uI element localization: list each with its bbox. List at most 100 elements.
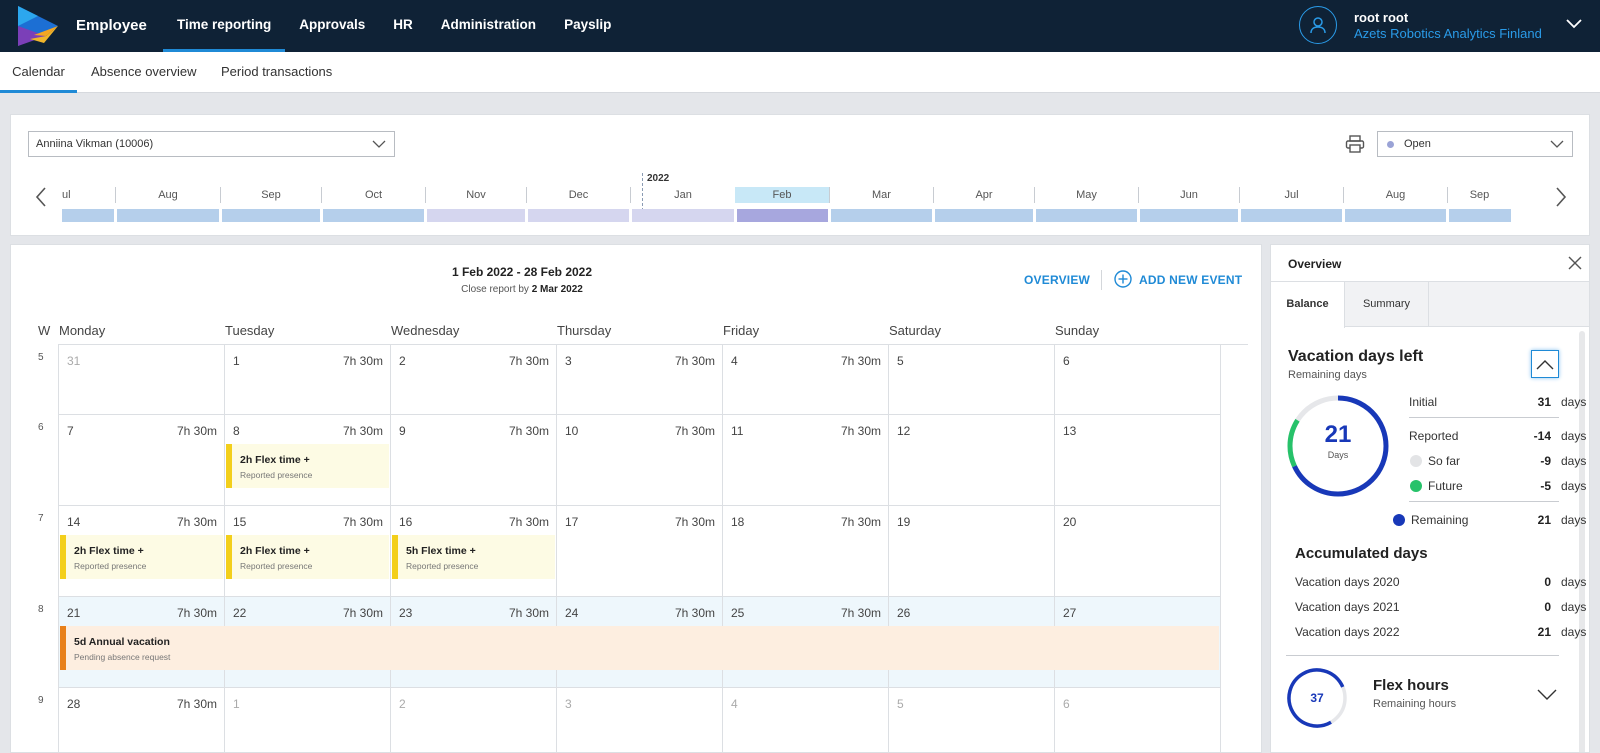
calendar-grid: 31 1 7h 30m 2 7h 30m 3 7h 30m 4 7h 30m 5 6 7 7h 30m 8… bbox=[58, 344, 1248, 752]
calendar-day-cell[interactable]: 4 bbox=[723, 688, 889, 752]
flex-time-event[interactable]: 2h Flex time + Reported presence bbox=[226, 444, 389, 488]
print-icon[interactable] bbox=[1345, 135, 1365, 153]
status-select-value: Open bbox=[1404, 138, 1431, 150]
main-nav: Time reporting Approvals HR Administrati… bbox=[163, 0, 625, 52]
user-company[interactable]: Azets Robotics Analytics Finland bbox=[1354, 26, 1542, 41]
calendar-day-cell[interactable]: 6 bbox=[1055, 688, 1221, 752]
subtab-calendar[interactable]: Calendar bbox=[0, 52, 77, 93]
calendar-date-range: 1 Feb 2022 - 28 Feb 2022 bbox=[451, 265, 593, 279]
nav-administration[interactable]: Administration bbox=[427, 0, 550, 52]
event-subtitle: Reported presence bbox=[240, 561, 313, 571]
event-title: 5d Annual vacation bbox=[74, 636, 170, 648]
timeline-month[interactable]: Nov bbox=[425, 187, 526, 203]
day-header-monday: Monday bbox=[59, 323, 106, 338]
close-icon[interactable] bbox=[1568, 256, 1582, 270]
month-status-bar bbox=[632, 209, 734, 222]
day-number: 31 bbox=[67, 354, 81, 368]
balance-value-remaining: 21 bbox=[1537, 513, 1551, 527]
divider bbox=[1409, 501, 1559, 502]
nav-hr[interactable]: HR bbox=[379, 0, 427, 52]
tab-balance[interactable]: Balance bbox=[1271, 282, 1345, 328]
scheduled-hours: 7h 30m bbox=[508, 354, 549, 368]
month-status-bar bbox=[831, 209, 932, 222]
event-title: 2h Flex time + bbox=[74, 545, 144, 557]
day-number: 3 bbox=[565, 697, 572, 711]
calendar-day-cell[interactable]: 17 7h 30m bbox=[557, 506, 723, 597]
add-new-event-button[interactable]: ADD NEW EVENT bbox=[1139, 273, 1242, 287]
timeline-month[interactable]: Jan bbox=[630, 187, 735, 203]
flex-time-event[interactable]: 2h Flex time + Reported presence bbox=[60, 535, 223, 579]
calendar-day-cell[interactable]: 3 bbox=[557, 688, 723, 752]
calendar-day-cell[interactable]: 9 7h 30m bbox=[391, 415, 557, 506]
flex-time-event[interactable]: 2h Flex time + Reported presence bbox=[226, 535, 389, 579]
timeline-month[interactable]: Sep bbox=[220, 187, 321, 203]
nav-payslip[interactable]: Payslip bbox=[550, 0, 625, 52]
user-avatar-icon[interactable] bbox=[1299, 6, 1337, 44]
vacation-event[interactable]: 5d Annual vacation Pending absence reques… bbox=[60, 626, 1219, 670]
calendar-day-cell[interactable]: 19 bbox=[889, 506, 1055, 597]
tab-summary[interactable]: Summary bbox=[1345, 282, 1429, 327]
flex-time-event[interactable]: 5h Flex time + Reported presence bbox=[392, 535, 555, 579]
calendar-day-cell[interactable]: 1 7h 30m bbox=[225, 345, 391, 415]
user-menu-chevron-icon[interactable] bbox=[1565, 17, 1583, 31]
timeline-month[interactable]: May bbox=[1034, 187, 1138, 203]
calendar-day-cell[interactable]: 10 7h 30m bbox=[557, 415, 723, 506]
calendar-day-cell[interactable]: 13 bbox=[1055, 415, 1221, 506]
calendar-day-cell[interactable]: 31 bbox=[59, 345, 225, 415]
day-number: 25 bbox=[731, 606, 745, 620]
timeline-month[interactable]: Jun bbox=[1138, 187, 1239, 203]
overview-link[interactable]: OVERVIEW bbox=[1024, 273, 1090, 287]
day-number: 15 bbox=[233, 515, 247, 529]
month-status-bar bbox=[528, 209, 629, 222]
scheduled-hours: 7h 30m bbox=[674, 424, 715, 438]
timeline-month[interactable]: ul bbox=[62, 187, 115, 203]
timeline-month[interactable]: Apr bbox=[933, 187, 1034, 203]
calendar-day-cell[interactable]: 28 7h 30m bbox=[59, 688, 225, 752]
calendar-day-cell[interactable]: 12 bbox=[889, 415, 1055, 506]
calendar-day-cell[interactable]: 2 7h 30m bbox=[391, 345, 557, 415]
calendar-day-cell[interactable]: 4 7h 30m bbox=[723, 345, 889, 415]
day-number: 17 bbox=[565, 515, 579, 529]
scheduled-hours: 7h 30m bbox=[674, 606, 715, 620]
calendar-day-cell[interactable]: 18 7h 30m bbox=[723, 506, 889, 597]
collapse-button[interactable] bbox=[1531, 350, 1559, 378]
calendar-day-cell[interactable]: 6 bbox=[1055, 345, 1221, 415]
calendar-day-cell[interactable]: 11 7h 30m bbox=[723, 415, 889, 506]
timeline-month[interactable]: Oct bbox=[321, 187, 425, 203]
calendar-day-cell[interactable]: 3 7h 30m bbox=[557, 345, 723, 415]
calendar-day-cell[interactable]: 5 bbox=[889, 688, 1055, 752]
company-logo[interactable] bbox=[16, 5, 60, 47]
status-dot bbox=[1387, 141, 1394, 148]
event-subtitle: Reported presence bbox=[74, 561, 147, 571]
status-select[interactable]: Open bbox=[1377, 131, 1573, 157]
chevron-down-icon[interactable] bbox=[1537, 688, 1557, 702]
timeline-month-selected[interactable]: Feb bbox=[735, 187, 829, 203]
subtab-absence-overview[interactable]: Absence overview bbox=[91, 52, 197, 93]
timeline-month[interactable]: Aug bbox=[115, 187, 220, 203]
calendar-day-cell[interactable]: 2 bbox=[391, 688, 557, 752]
user-name[interactable]: root root bbox=[1354, 10, 1408, 25]
nav-time-reporting[interactable]: Time reporting bbox=[163, 0, 286, 52]
employee-select[interactable]: Anniina Vikman (10006) bbox=[28, 131, 395, 157]
nav-approvals[interactable]: Approvals bbox=[285, 0, 379, 52]
timeline-month[interactable]: Dec bbox=[526, 187, 630, 203]
scheduled-hours: 7h 30m bbox=[342, 424, 383, 438]
timeline-month[interactable]: Sep bbox=[1447, 187, 1511, 203]
timeline-month[interactable]: Mar bbox=[829, 187, 933, 203]
timeline-next-arrow-icon[interactable] bbox=[1555, 187, 1567, 207]
event-title: 2h Flex time + bbox=[240, 545, 310, 557]
timeline-month[interactable]: Jul bbox=[1239, 187, 1343, 203]
balance-label-future: Future bbox=[1428, 479, 1463, 493]
calendar-day-cell[interactable]: 1 bbox=[225, 688, 391, 752]
add-circle-icon[interactable] bbox=[1114, 270, 1132, 288]
divider bbox=[1409, 417, 1559, 418]
calendar-day-cell[interactable]: 7 7h 30m bbox=[59, 415, 225, 506]
overview-tabs: Balance Summary bbox=[1271, 282, 1589, 328]
scheduled-hours: 7h 30m bbox=[840, 424, 881, 438]
calendar-day-cell[interactable]: 20 bbox=[1055, 506, 1221, 597]
week-column-header: W bbox=[38, 323, 51, 338]
subtab-period-transactions[interactable]: Period transactions bbox=[221, 52, 332, 93]
timeline-month[interactable]: Aug bbox=[1343, 187, 1447, 203]
calendar-day-cell[interactable]: 5 bbox=[889, 345, 1055, 415]
timeline-prev-arrow-icon[interactable] bbox=[35, 187, 47, 207]
